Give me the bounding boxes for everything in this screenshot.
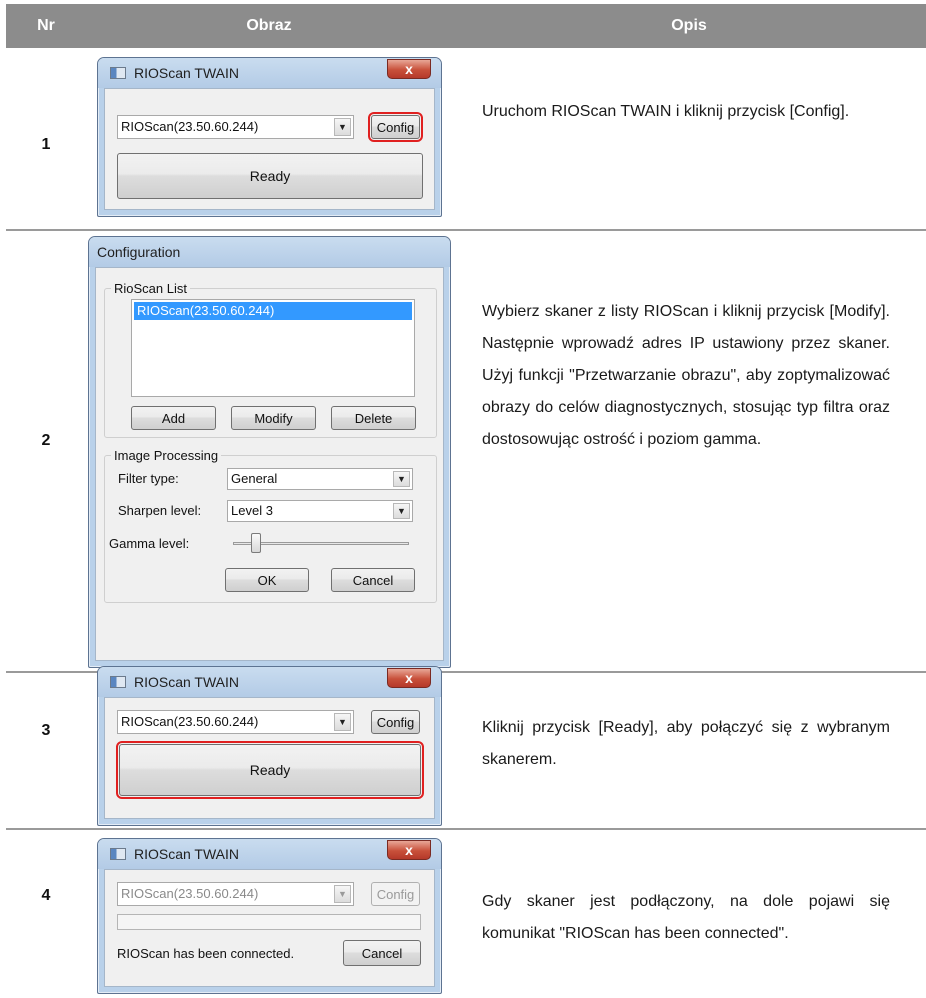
- scanner-select[interactable]: RIOScan(23.50.60.244) ▼: [117, 882, 354, 906]
- dialog-body: RIOScan(23.50.60.244) ▼ Config Ready: [104, 697, 435, 819]
- image-processing-group: Image Processing Filter type: General ▼ …: [104, 448, 437, 603]
- row-number: 4: [41, 887, 51, 904]
- scanner-select[interactable]: RIOScan(23.50.60.244) ▼: [117, 710, 354, 734]
- configuration-dialog: Configuration RioScan List RIOScan(23.50…: [88, 236, 451, 668]
- chevron-down-icon[interactable]: ▼: [393, 471, 410, 487]
- rioscan-list-group: RioScan List RIOScan(23.50.60.244) Add M…: [104, 281, 437, 438]
- row-description: Uruchom RIOScan TWAIN i kliknij przycisk…: [482, 103, 850, 120]
- list-item[interactable]: RIOScan(23.50.60.244): [134, 302, 412, 320]
- chevron-down-icon[interactable]: ▼: [334, 713, 351, 731]
- titlebar: Configuration: [89, 237, 450, 267]
- row-description: Gdy skaner jest podłączony, na dole poja…: [482, 893, 890, 942]
- dialog-body: RIOScan(23.50.60.244) ▼ Config Ready: [104, 88, 435, 210]
- app-icon: [110, 848, 126, 860]
- chevron-down-icon[interactable]: ▼: [393, 503, 410, 519]
- chevron-down-icon[interactable]: ▼: [334, 885, 351, 903]
- filter-type-select[interactable]: General ▼: [227, 468, 413, 490]
- dialog-body: RIOScan(23.50.60.244) ▼ Config RIOScan h…: [104, 869, 435, 987]
- row-number: 3: [41, 722, 51, 739]
- dialog-title: RIOScan TWAIN: [134, 846, 240, 862]
- modify-button[interactable]: Modify: [231, 406, 316, 430]
- dialog-title: Configuration: [97, 244, 181, 260]
- gamma-slider-thumb[interactable]: [251, 533, 261, 553]
- dialog-title: RIOScan TWAIN: [134, 65, 240, 81]
- close-icon[interactable]: x: [387, 840, 431, 860]
- app-icon: [110, 67, 126, 79]
- group-label: RioScan List: [111, 281, 190, 296]
- header-description: Opis: [452, 4, 926, 48]
- cancel-button[interactable]: Cancel: [343, 940, 421, 966]
- row-description: Kliknij przycisk [Ready], aby połączyć s…: [482, 719, 890, 768]
- ok-button[interactable]: OK: [225, 568, 309, 592]
- status-text: RIOScan has been connected.: [117, 946, 295, 961]
- twain-dialog: RIOScan TWAIN x RIOScan(23.50.60.244) ▼ …: [97, 666, 442, 826]
- scanner-listbox[interactable]: RIOScan(23.50.60.244): [131, 299, 415, 397]
- config-button[interactable]: Config: [371, 882, 420, 906]
- close-icon[interactable]: x: [387, 59, 431, 79]
- cancel-button[interactable]: Cancel: [331, 568, 415, 592]
- row-divider: [6, 229, 926, 231]
- group-label: Image Processing: [111, 448, 222, 463]
- sharpen-level-value: Level 3: [231, 503, 273, 518]
- row-number: 2: [41, 432, 51, 449]
- twain-dialog: RIOScan TWAIN x RIOScan(23.50.60.244) ▼ …: [97, 838, 442, 994]
- twain-dialog: RIOScan TWAIN x RIOScan(23.50.60.244) ▼ …: [97, 57, 442, 217]
- sharpen-level-select[interactable]: Level 3 ▼: [227, 500, 413, 522]
- row-divider: [6, 828, 926, 830]
- delete-button[interactable]: Delete: [331, 406, 416, 430]
- app-icon: [110, 676, 126, 688]
- dialog-title: RIOScan TWAIN: [134, 674, 240, 690]
- scanner-select-value: RIOScan(23.50.60.244): [121, 119, 259, 134]
- scanner-select-value: RIOScan(23.50.60.244): [121, 886, 259, 901]
- scanner-select-value: RIOScan(23.50.60.244): [121, 714, 259, 729]
- scanner-select[interactable]: RIOScan(23.50.60.244) ▼: [117, 115, 354, 139]
- gamma-level-label: Gamma level:: [109, 536, 190, 551]
- sharpen-level-label: Sharpen level:: [118, 503, 202, 518]
- filter-type-value: General: [231, 471, 278, 486]
- progress-bar: [117, 914, 421, 930]
- config-button[interactable]: Config: [371, 710, 420, 734]
- close-icon[interactable]: x: [387, 668, 431, 688]
- row-description: Wybierz skaner z listy RIOScan i kliknij…: [482, 303, 890, 448]
- header-nr: Nr: [6, 4, 86, 48]
- filter-type-label: Filter type:: [118, 471, 179, 486]
- chevron-down-icon[interactable]: ▼: [334, 118, 351, 136]
- ready-button[interactable]: Ready: [116, 741, 424, 799]
- header-image: Obraz: [86, 4, 452, 48]
- dialog-body: RioScan List RIOScan(23.50.60.244) Add M…: [95, 267, 444, 661]
- row-number: 1: [41, 136, 51, 153]
- config-button[interactable]: Config: [368, 112, 423, 142]
- ready-button[interactable]: Ready: [117, 153, 423, 199]
- add-button[interactable]: Add: [131, 406, 216, 430]
